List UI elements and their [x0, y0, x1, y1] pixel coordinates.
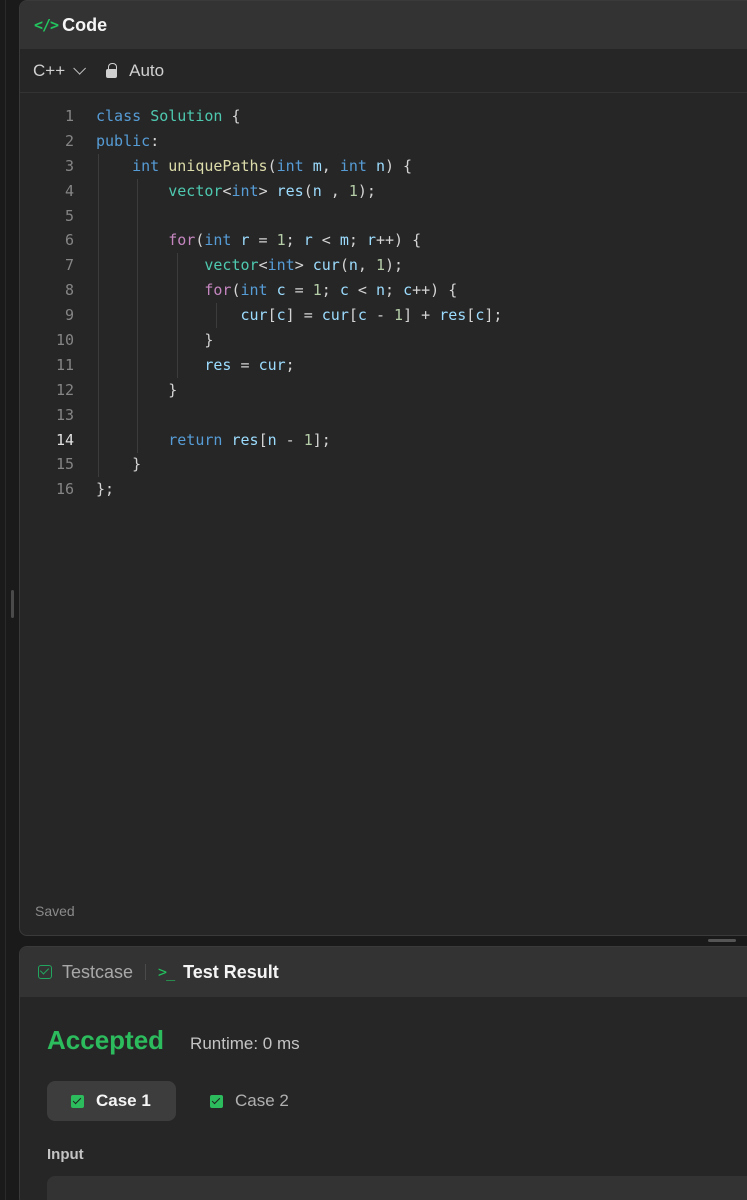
language-select[interactable]: C++ — [33, 60, 87, 81]
code-text: }; — [96, 480, 115, 499]
indent-guide — [216, 303, 217, 329]
input-label: Input — [47, 1146, 84, 1163]
result-panel: Testcase >_ Test Result Accepted Runtime… — [19, 946, 747, 1200]
code-text: int uniquePaths(int m, int n) { — [132, 156, 413, 175]
code-text: for(int c = 1; c < n; c++) { — [204, 281, 458, 300]
verdict-label: Accepted — [47, 1025, 165, 1055]
code-line: 14 return res[n - 1]; — [20, 428, 747, 453]
code-panel-title: Code — [62, 14, 108, 35]
line-number: 4 — [64, 181, 74, 200]
code-line: 16}; — [20, 477, 747, 502]
line-number: 14 — [55, 430, 74, 449]
check-square-icon — [210, 1094, 223, 1108]
result-panel-header: Testcase >_ Test Result — [20, 947, 747, 997]
code-line: 9 cur[c] = cur[c - 1] + res[c]; — [20, 303, 747, 328]
code-line: 2 public: — [20, 129, 747, 154]
left-panel-edge — [0, 0, 6, 1200]
runtime-label: Runtime: 0 ms — [190, 1034, 300, 1053]
code-line: 8 for(int c = 1; c < n; c++) { — [20, 278, 747, 303]
code-text: return res[n - 1]; — [168, 430, 331, 449]
code-line: 4 vector<int> res(n , 1); — [20, 179, 747, 204]
code-line: 3 int uniquePaths(int m, int n) { — [20, 154, 747, 179]
tab-test-result[interactable]: Test Result — [183, 962, 279, 983]
code-text: } — [96, 331, 214, 350]
case-2-label: Case 2 — [235, 1091, 289, 1110]
lock-icon — [106, 62, 118, 78]
auto-mode-toggle[interactable]: Auto — [106, 61, 164, 81]
line-number: 10 — [55, 331, 74, 350]
code-text: for(int r = 1; r < m; r++) { — [168, 231, 422, 250]
resize-handle-horizontal[interactable] — [708, 939, 736, 942]
line-number: 16 — [55, 480, 74, 499]
code-line: 1 class Solution { — [20, 104, 747, 129]
language-label: C++ — [33, 60, 66, 80]
resize-handle-vertical[interactable] — [11, 590, 14, 618]
code-panel-header: </> Code — [20, 1, 747, 49]
code-line: 13 — [20, 403, 747, 428]
code-text: vector<int> cur(n, 1); — [204, 256, 404, 275]
case-2-button[interactable]: Case 2 — [210, 1081, 289, 1121]
line-number: 5 — [64, 206, 74, 225]
save-status: Saved — [35, 903, 75, 919]
code-text: public: — [96, 131, 160, 150]
checkbox-icon — [38, 965, 52, 979]
tab-testcase[interactable]: Testcase — [62, 962, 133, 983]
indent-guide — [177, 253, 178, 378]
line-number: 6 — [64, 231, 74, 250]
code-line: 11 res = cur; — [20, 353, 747, 378]
editor-toolbar: C++ Auto — [20, 49, 747, 93]
chevron-down-icon — [73, 62, 87, 75]
line-number: 13 — [55, 405, 74, 424]
code-brackets-icon: </> — [34, 16, 59, 34]
indent-guide — [137, 178, 138, 453]
line-number: 11 — [55, 355, 74, 374]
tab-divider — [145, 964, 147, 980]
input-value-box — [47, 1176, 747, 1200]
case-1-label: Case 1 — [96, 1091, 151, 1110]
code-line: 6 for(int r = 1; r < m; r++) { — [20, 228, 747, 253]
terminal-prompt-icon: >_ — [158, 963, 175, 981]
auto-mode-label: Auto — [129, 60, 165, 80]
line-number: 12 — [55, 380, 74, 399]
result-status-row: Accepted Runtime: 0 ms — [47, 1025, 300, 1056]
case-1-button[interactable]: Case 1 — [47, 1081, 176, 1121]
line-number: 3 — [64, 156, 74, 175]
indent-guide — [98, 153, 99, 478]
check-square-icon — [71, 1094, 84, 1108]
line-number: 7 — [64, 256, 74, 275]
code-line: 10 } — [20, 328, 747, 353]
code-text: cur[c] = cur[c - 1] + res[c]; — [240, 306, 503, 325]
line-number: 1 — [64, 107, 74, 125]
line-number: 2 — [64, 131, 74, 150]
code-line: 12 } — [20, 378, 747, 403]
line-number: 9 — [64, 306, 74, 325]
code-text: res = cur; — [204, 355, 295, 374]
code-text: class Solution { — [96, 107, 241, 125]
code-line: 5 — [20, 204, 747, 229]
code-line: 7 vector<int> cur(n, 1); — [20, 253, 747, 278]
code-panel: </> Code C++ Auto 1 class Solution { 2 publ… — [19, 0, 747, 936]
code-editor[interactable]: 1 class Solution { 2 public: 3 int uniquePat… — [20, 93, 747, 502]
code-text: } — [96, 455, 142, 474]
line-number: 15 — [55, 455, 74, 474]
code-line: 15 } — [20, 452, 747, 477]
line-number: 8 — [64, 281, 74, 300]
